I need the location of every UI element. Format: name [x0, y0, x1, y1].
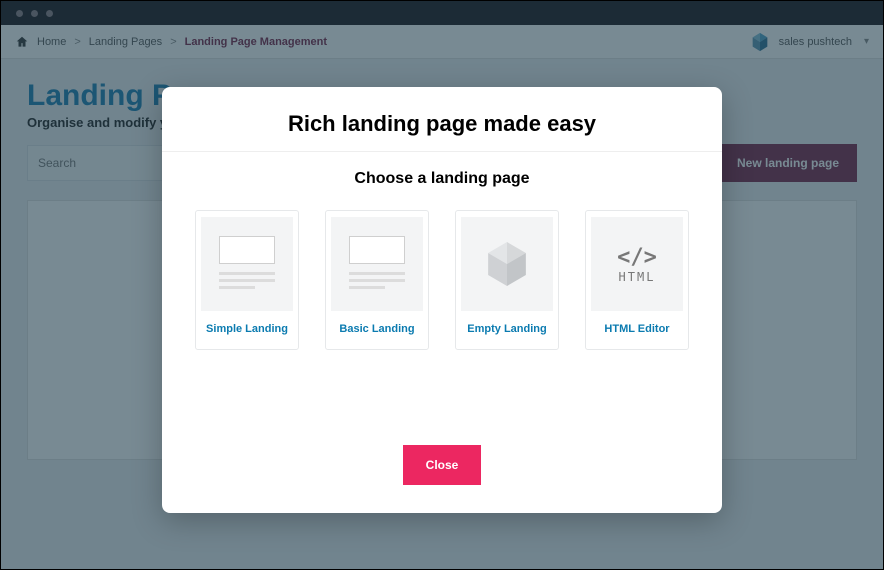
close-button[interactable]: Close — [403, 445, 481, 485]
template-empty-landing[interactable]: Empty Landing — [455, 210, 559, 350]
template-label: Basic Landing — [339, 311, 414, 343]
window-dot — [31, 10, 38, 17]
template-thumb: </> HTML — [591, 217, 683, 311]
window-dot — [16, 10, 23, 17]
template-label: Empty Landing — [467, 311, 546, 343]
modal-overlay[interactable]: Rich landing page made easy Choose a lan… — [1, 25, 883, 569]
template-basic-landing[interactable]: Basic Landing — [325, 210, 429, 350]
window-titlebar — [1, 1, 883, 25]
template-thumb — [201, 217, 293, 311]
template-thumb — [331, 217, 423, 311]
window-dot — [46, 10, 53, 17]
modal-subtitle: Choose a landing page — [162, 152, 722, 210]
template-html-editor[interactable]: </> HTML HTML Editor — [585, 210, 689, 350]
template-simple-landing[interactable]: Simple Landing — [195, 210, 299, 350]
template-grid: Simple Landing Basic Landing — [162, 210, 722, 350]
bolt-icon — [487, 242, 527, 286]
html-icon: </> HTML — [617, 245, 657, 284]
template-thumb — [461, 217, 553, 311]
modal-title: Rich landing page made easy — [162, 87, 722, 152]
template-label: Simple Landing — [206, 311, 288, 343]
modal-dialog: Rich landing page made easy Choose a lan… — [162, 87, 722, 513]
template-label: HTML Editor — [604, 311, 669, 343]
